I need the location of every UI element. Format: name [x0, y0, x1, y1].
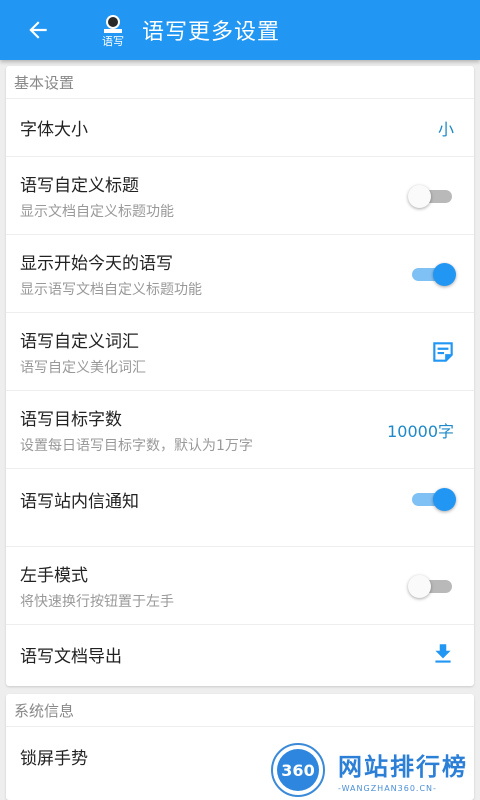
- custom-vocab-row[interactable]: 语写自定义词汇 语写自定义美化词汇: [6, 313, 474, 391]
- show-today-row[interactable]: 显示开始今天的语写 显示语写文档自定义标题功能: [6, 235, 474, 313]
- site-notify-row[interactable]: 语写站内信通知: [6, 469, 474, 547]
- logo-text: 语写: [102, 35, 124, 47]
- export-title: 语写文档导出: [20, 646, 122, 667]
- custom-vocab-button[interactable]: [426, 335, 460, 369]
- show-today-title: 显示开始今天的语写: [20, 253, 173, 274]
- app-logo-icon: 语写: [96, 13, 130, 47]
- back-button[interactable]: [16, 8, 60, 52]
- notes-icon: [433, 341, 453, 362]
- export-button[interactable]: [426, 637, 460, 671]
- show-today-subtitle: 显示语写文档自定义标题功能: [20, 281, 202, 298]
- system-info-card: 系统信息 锁屏手势: [6, 694, 474, 800]
- left-hand-title: 左手模式: [20, 565, 88, 586]
- basic-settings-card: 基本设置 字体大小 小 语写自定义标题 显示文档自定义标题功能 显示开始今天的语…: [6, 66, 474, 686]
- custom-title-title: 语写自定义标题: [20, 175, 139, 196]
- custom-vocab-subtitle: 语写自定义美化词汇: [20, 359, 146, 376]
- custom-vocab-title: 语写自定义词汇: [20, 331, 139, 352]
- target-words-row[interactable]: 语写目标字数 设置每日语写目标字数，默认为1万字 10000字: [6, 391, 474, 469]
- site-notify-title: 语写站内信通知: [20, 492, 139, 512]
- lock-gesture-title: 锁屏手势: [20, 748, 88, 769]
- custom-title-row[interactable]: 语写自定义标题 显示文档自定义标题功能: [6, 157, 474, 235]
- site-notify-switch[interactable]: [408, 487, 456, 511]
- left-hand-subtitle: 将快速换行按钮置于左手: [20, 593, 174, 610]
- section-header-basic: 基本设置: [6, 66, 474, 99]
- font-size-title: 字体大小: [20, 120, 88, 140]
- target-words-title: 语写目标字数: [20, 409, 122, 430]
- page-title: 语写更多设置: [142, 20, 281, 45]
- lock-gesture-row[interactable]: 锁屏手势: [6, 727, 474, 785]
- custom-title-subtitle: 显示文档自定义标题功能: [20, 203, 174, 220]
- app-bar: 语写 语写更多设置: [0, 0, 480, 60]
- target-words-value: 10000字: [387, 421, 454, 441]
- section-header-system: 系统信息: [6, 694, 474, 727]
- font-size-value: 小: [437, 119, 454, 139]
- download-icon: [435, 644, 451, 663]
- target-words-subtitle: 设置每日语写目标字数，默认为1万字: [20, 437, 253, 454]
- font-size-row[interactable]: 字体大小 小: [6, 99, 474, 157]
- custom-title-switch[interactable]: [408, 184, 456, 208]
- left-hand-row[interactable]: 左手模式 将快速换行按钮置于左手: [6, 547, 474, 625]
- arrow-left-icon: [29, 21, 47, 39]
- export-row[interactable]: 语写文档导出: [6, 625, 474, 683]
- left-hand-switch[interactable]: [408, 574, 456, 598]
- show-today-switch[interactable]: [408, 262, 456, 286]
